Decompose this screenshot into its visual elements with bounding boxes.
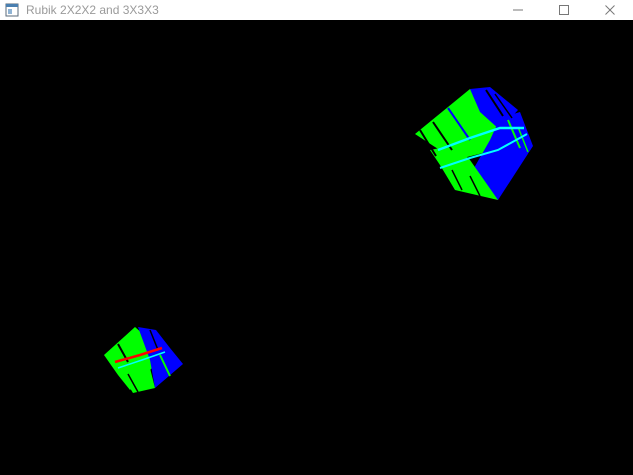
render-viewport[interactable] <box>0 20 633 475</box>
scene-canvas <box>104 87 533 393</box>
minimize-icon <box>513 9 523 11</box>
cube-3x3x3[interactable] <box>415 87 533 200</box>
app-window: Rubik 2X2X2 and 3X3X3 <box>0 0 633 475</box>
window-controls <box>495 0 633 20</box>
close-button[interactable] <box>587 0 633 20</box>
maximize-icon <box>559 5 569 15</box>
minimize-button[interactable] <box>495 0 541 20</box>
maximize-button[interactable] <box>541 0 587 20</box>
cube-2x2x2[interactable] <box>104 327 183 393</box>
window-title: Rubik 2X2X2 and 3X3X3 <box>26 3 159 17</box>
close-icon <box>605 5 615 15</box>
title-bar[interactable]: Rubik 2X2X2 and 3X3X3 <box>0 0 633 20</box>
app-window-icon <box>4 2 20 18</box>
